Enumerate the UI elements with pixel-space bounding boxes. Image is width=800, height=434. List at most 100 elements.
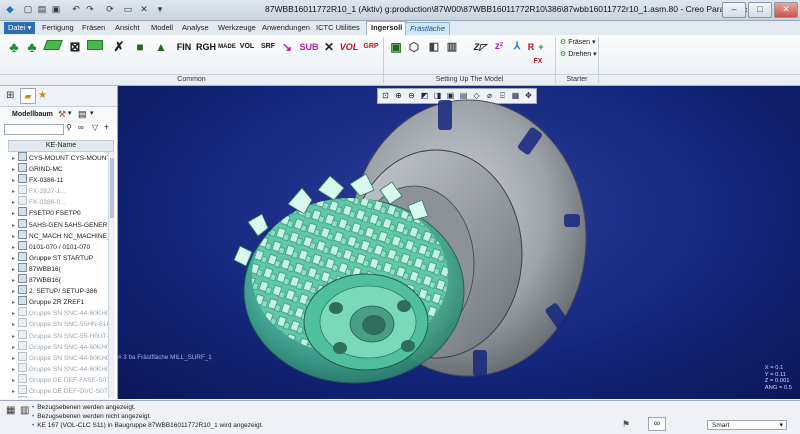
tab-werkzeuge[interactable]: Werkzeuge xyxy=(214,22,260,34)
minimize-button[interactable]: – xyxy=(722,2,746,18)
tab-fraesen[interactable]: Fräsen xyxy=(78,22,109,34)
tree-item[interactable]: ▸ 87WBB16( xyxy=(8,262,112,274)
close-button[interactable]: ✕ xyxy=(774,2,798,18)
find-binoculars-icon[interactable]: ∞ xyxy=(648,417,666,431)
volume-icon[interactable]: ▲ xyxy=(152,38,170,56)
tree-item[interactable]: ▸ Gruppe SN SNC-44-60KH04 xyxy=(8,362,112,374)
cad-model[interactable] xyxy=(118,86,800,399)
tab-ansicht[interactable]: Ansicht xyxy=(111,22,144,34)
qa-dropdown-icon[interactable]: ▾ xyxy=(154,3,166,15)
lock-icon[interactable]: ■ xyxy=(132,38,148,56)
settings-icon[interactable]: ⚒ xyxy=(58,109,66,120)
tree-item[interactable]: ▸ FSETP0 FSETP0 xyxy=(8,207,112,218)
tab-modell[interactable]: Modell xyxy=(147,22,177,34)
sub-icon[interactable]: SUB xyxy=(298,38,320,56)
stock-icon[interactable]: ◧ xyxy=(426,38,442,56)
tree-scrollbar[interactable] xyxy=(108,152,115,398)
fin-icon[interactable]: FIN xyxy=(174,38,194,56)
rh-icon[interactable]: R xyxy=(526,38,536,56)
add-column-icon[interactable]: + xyxy=(104,122,109,132)
redo-icon[interactable]: ↷ xyxy=(84,3,96,15)
new-file-icon[interactable]: ▢ xyxy=(22,3,34,15)
tree-item[interactable]: ▸ 5AHS-GEN 5AHS-GENERIC xyxy=(8,218,112,230)
cross-icon[interactable]: ✕ xyxy=(322,38,336,56)
tab-ingersoll[interactable]: Ingersoll xyxy=(366,21,408,36)
tab-analyse[interactable]: Analyse xyxy=(178,22,213,34)
tree-item[interactable]: ▸ FX-0386-0... xyxy=(8,196,112,207)
rgh-icon[interactable]: RGH xyxy=(196,38,216,56)
tree-feature-icon[interactable]: ♣ xyxy=(6,38,22,56)
mfg-model-icon[interactable]: ▣ xyxy=(388,38,404,56)
folder-tab-icon[interactable]: ▰ xyxy=(20,88,36,104)
srf-icon[interactable]: SRF xyxy=(260,38,276,56)
mill-window-icon[interactable] xyxy=(43,38,63,56)
save-icon[interactable]: ▣ xyxy=(50,3,62,15)
model-tree-title[interactable]: Modellbaum xyxy=(12,111,53,118)
made-icon[interactable]: MADE xyxy=(218,38,236,56)
fraesen-starter[interactable]: ⚙ Fräsen ▾ xyxy=(560,38,595,46)
tree-item[interactable]: ▸CYS-MOUNT CYS-MOUNT-PAR xyxy=(8,152,112,163)
browser-toggle-icon[interactable]: ▥ xyxy=(20,405,30,417)
open-file-icon[interactable]: ▤ xyxy=(36,3,48,15)
tree-item[interactable]: ▸ Gruppe DE DEF-OVC-S07 xyxy=(8,384,112,396)
tree-item[interactable]: ▸Gruppe DE DEF-FASE-S02 xyxy=(8,396,112,398)
workpiece-icon[interactable]: ⬡ xyxy=(406,38,422,56)
vol-red-icon[interactable]: VOL xyxy=(338,38,360,56)
flag-icon[interactable]: ⚑ xyxy=(622,419,630,430)
arrow-icon[interactable]: ↘ xyxy=(280,38,294,56)
tab-anwendungen[interactable]: Anwendungen xyxy=(258,22,314,34)
regenerate-icon[interactable]: ⟳ xyxy=(104,3,116,15)
fx-icon[interactable]: FX xyxy=(528,57,548,67)
binoculars-icon[interactable]: ∞ xyxy=(78,123,84,132)
favorites-tab-icon[interactable]: ★ xyxy=(38,90,47,101)
windows-icon[interactable]: ▭ xyxy=(122,3,134,15)
tree-item[interactable]: ▸ 2. SETUP/ SETUP-386 xyxy=(8,285,112,296)
find-icon[interactable]: ⚲ xyxy=(66,123,72,132)
fixture-icon[interactable]: ▥ xyxy=(444,38,460,56)
tree-item[interactable]: ▸ Gruppe SN SNC-44-60KH04 xyxy=(8,351,112,363)
cancel-feature-icon[interactable]: ✗ xyxy=(110,38,128,56)
tree-search-input[interactable] xyxy=(4,124,64,135)
tree-item[interactable]: ▸ 0101-070 / 0101-070 xyxy=(8,240,112,252)
close-window-icon[interactable]: ✕ xyxy=(138,3,150,15)
show-dropdown-icon[interactable]: ▾ xyxy=(90,109,94,117)
tree-item[interactable]: ▸ Gruppe SN SNC-55HN-61H xyxy=(8,318,112,329)
settings-dropdown-icon[interactable]: ▾ xyxy=(68,109,72,117)
tree-item[interactable]: ▸ FX-0386-11 xyxy=(8,174,112,185)
tab-fraestflaeche[interactable]: Frästläche xyxy=(405,22,451,36)
tree-item[interactable]: ▸ 87WBB16( xyxy=(8,274,112,285)
tree-item[interactable]: ▸ FX-2827-1... xyxy=(8,185,112,196)
z-axis-icon[interactable]: Z◸ xyxy=(470,38,490,56)
tree-item[interactable]: ▸ Gruppe SN SNC-44-60KH04 xyxy=(8,340,112,352)
model-tree-tab-icon[interactable]: ⊞ xyxy=(6,90,14,101)
feature-icon xyxy=(18,218,27,228)
tree-feature-2-icon[interactable]: ♣ xyxy=(24,38,40,56)
scroll-thumb[interactable] xyxy=(110,158,114,218)
show-icon[interactable]: ▤ xyxy=(78,109,87,120)
drehen-starter[interactable]: ⚙ Drehen ▾ xyxy=(560,50,597,58)
tree-item[interactable]: ▸ Gruppe SN SNC-44-60KH04 xyxy=(8,307,112,318)
maximize-button[interactable]: □ xyxy=(748,2,772,18)
tree-item[interactable]: ▸ NC_MACH NC_MACHINE_SI xyxy=(8,229,112,241)
undo-icon[interactable]: ↶ xyxy=(70,3,82,15)
coordinate-icon[interactable]: ⅄ xyxy=(510,38,524,56)
tab-ictc-utilities[interactable]: ICTC Utilities xyxy=(312,22,364,34)
tree-item[interactable]: ▸ Gruppe SN SNC-55-H0UT-61 xyxy=(8,329,112,341)
column-header[interactable]: KE-Name xyxy=(8,140,114,152)
surface-icon[interactable] xyxy=(86,38,104,56)
panel-toggle-icon[interactable]: ▦ xyxy=(6,405,18,417)
delete-cut-icon[interactable]: ⊠ xyxy=(66,38,84,56)
graphics-viewport[interactable]: ⊡ ⊕ ⊖ ◩ ◨ ▣ ▤ ◇ ⌀ ⌹ ▦ ✥ # 3 ba Frästfläc… xyxy=(118,86,800,399)
tree-item[interactable]: ▸ Gruppe ST STARTUP xyxy=(8,251,112,263)
vol-icon[interactable]: VOL xyxy=(238,38,256,56)
grp-icon[interactable]: GRP xyxy=(362,38,380,56)
plus-icon[interactable]: + xyxy=(536,38,546,56)
tab-datei[interactable]: Datei ▾ xyxy=(4,22,36,34)
filter-icon[interactable]: ▽ xyxy=(92,123,98,132)
tree-item[interactable]: ▸ Gruppe ZR ZREF1 xyxy=(8,296,112,307)
zero-point-icon[interactable]: z² xyxy=(492,38,506,56)
tree-item[interactable]: ▸ GRIND-MC xyxy=(8,163,112,174)
selection-filter-dropdown[interactable]: Smart xyxy=(707,420,787,431)
tree-item[interactable]: ▸ Gruppe DE DEF-FASE-S01 xyxy=(8,373,112,385)
tab-fertigung[interactable]: Fertigung xyxy=(38,22,78,34)
